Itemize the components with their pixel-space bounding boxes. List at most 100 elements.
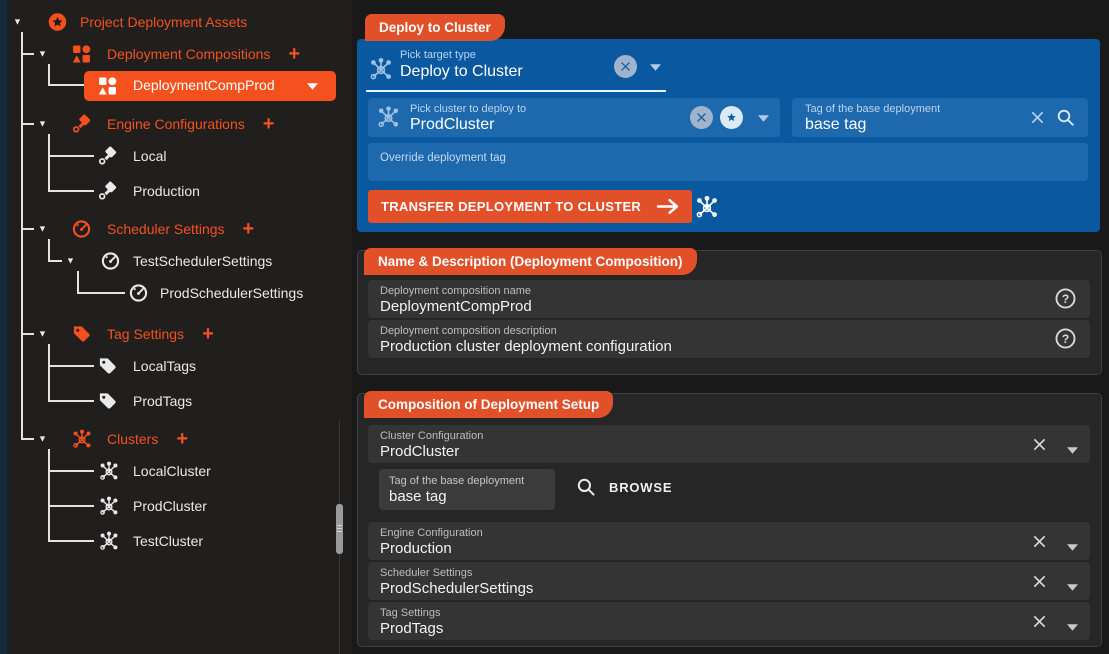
tree-item-deploymentcompprod-selected[interactable]: DeploymentCompProd bbox=[84, 71, 336, 101]
chevron-down-icon[interactable] bbox=[1067, 618, 1078, 625]
override-deployment-tag-input[interactable]: Override deployment tag bbox=[368, 143, 1088, 181]
cluster-hub-icon bbox=[98, 495, 120, 517]
expander-icon[interactable]: ▼ bbox=[38, 225, 47, 234]
chevron-down-icon[interactable] bbox=[1067, 538, 1078, 545]
tree-item-label: ProdSchedulerSettings bbox=[160, 285, 303, 301]
clear-cluster-configuration-icon[interactable] bbox=[1031, 436, 1048, 453]
add-composition-button[interactable]: + bbox=[288, 44, 300, 64]
search-icon[interactable] bbox=[1056, 108, 1075, 127]
transfer-deployment-button[interactable]: TRANSFER DEPLOYMENT TO CLUSTER bbox=[368, 190, 692, 223]
chevron-down-icon[interactable] bbox=[1067, 441, 1078, 448]
tree-item-prodtags[interactable]: ProdTags bbox=[0, 388, 350, 414]
tree-item-production[interactable]: Production bbox=[0, 178, 350, 204]
tree-item-deployment-compositions[interactable]: ▼ Deployment Compositions + bbox=[0, 41, 350, 67]
tag-icon bbox=[72, 325, 91, 344]
tree-item-engine-configurations[interactable]: ▼ Engine Configurations + bbox=[0, 111, 350, 137]
add-tag-settings-button[interactable]: + bbox=[202, 324, 214, 344]
engine-configuration-label: Engine Configuration bbox=[380, 527, 483, 539]
expander-icon[interactable]: ▼ bbox=[38, 50, 47, 59]
clear-base-tag-icon[interactable] bbox=[1029, 109, 1046, 126]
engine-configuration-select[interactable]: Engine Configuration Production bbox=[368, 522, 1090, 560]
browse-button[interactable]: BROWSE bbox=[576, 477, 672, 497]
tree-item-localcluster[interactable]: LocalCluster bbox=[0, 458, 350, 484]
question-circle-icon[interactable] bbox=[1055, 328, 1076, 349]
chevron-down-icon[interactable] bbox=[1067, 578, 1078, 585]
add-engine-configuration-button[interactable]: + bbox=[263, 114, 275, 134]
scheduler-settings-select[interactable]: Scheduler Settings ProdSchedulerSettings bbox=[368, 562, 1090, 600]
tree-item-label: ProdTags bbox=[133, 393, 192, 409]
tree-item-local[interactable]: Local bbox=[0, 143, 350, 169]
scheduler-settings-label: Scheduler Settings bbox=[380, 567, 472, 579]
tag-settings-label: Tag Settings bbox=[380, 607, 441, 619]
sidebar-scrollbar-thumb[interactable] bbox=[336, 504, 343, 554]
composition-name-label: Deployment composition name bbox=[380, 285, 531, 297]
override-tag-label: Override deployment tag bbox=[380, 152, 506, 164]
clear-tag-settings-icon[interactable] bbox=[1031, 613, 1048, 630]
engine-icon bbox=[98, 182, 117, 201]
search-icon bbox=[576, 477, 596, 497]
clear-target-type-button[interactable] bbox=[614, 55, 637, 78]
base-tag-value: base tag bbox=[805, 116, 866, 134]
asset-tree-sidebar: ▼ Project Deployment Assets ▼ Deployment… bbox=[0, 0, 352, 654]
target-type-value: Deploy to Cluster bbox=[400, 63, 523, 81]
cluster-select-label: Pick cluster to deploy to bbox=[410, 103, 526, 115]
tree-item-label: Engine Configurations bbox=[107, 116, 245, 132]
tree-item-localtags[interactable]: LocalTags bbox=[0, 353, 350, 379]
add-scheduler-settings-button[interactable]: + bbox=[243, 219, 255, 239]
scheduler-icon bbox=[101, 252, 120, 271]
tag-settings-value: ProdTags bbox=[380, 620, 443, 637]
cluster-configuration-select[interactable]: Cluster Configuration ProdCluster bbox=[368, 425, 1090, 463]
scheduler-icon bbox=[72, 220, 91, 239]
clear-scheduler-settings-icon[interactable] bbox=[1031, 573, 1048, 590]
question-circle-icon[interactable] bbox=[1055, 288, 1076, 309]
engine-icon bbox=[72, 115, 91, 134]
composition-base-tag-label: Tag of the base deployment bbox=[389, 475, 524, 487]
scheduler-settings-value: ProdSchedulerSettings bbox=[380, 580, 533, 597]
expander-icon[interactable]: ▼ bbox=[38, 120, 47, 129]
composition-panel: Cluster Configuration ProdCluster Tag of… bbox=[357, 393, 1102, 647]
chevron-down-icon[interactable] bbox=[650, 64, 661, 71]
chevron-down-icon[interactable] bbox=[758, 115, 769, 122]
tree-item-clusters[interactable]: ▼ Clusters + bbox=[0, 426, 350, 452]
star-circle-button-icon[interactable] bbox=[720, 106, 743, 129]
expander-icon[interactable]: ▼ bbox=[38, 330, 47, 339]
tree-item-scheduler-settings[interactable]: ▼ Scheduler Settings + bbox=[0, 216, 350, 242]
star-circle-icon bbox=[48, 13, 67, 32]
clear-engine-configuration-icon[interactable] bbox=[1031, 533, 1048, 550]
tree-item-testschedulersettings[interactable]: ▼ TestSchedulerSettings bbox=[0, 248, 350, 274]
expander-icon[interactable]: ▼ bbox=[13, 18, 22, 27]
clear-cluster-button[interactable] bbox=[690, 106, 713, 129]
cluster-configuration-value: ProdCluster bbox=[380, 443, 459, 460]
cluster-hub-icon bbox=[98, 460, 120, 482]
target-type-select[interactable]: Pick target type Deploy to Cluster bbox=[366, 45, 666, 92]
cluster-hub-icon bbox=[368, 56, 394, 82]
cluster-hub-icon bbox=[376, 105, 401, 130]
tree-item-label: Clusters bbox=[107, 431, 158, 447]
tree-item-testcluster[interactable]: TestCluster bbox=[0, 528, 350, 554]
tree-item-label: Local bbox=[133, 148, 166, 164]
chevron-down-icon[interactable] bbox=[307, 83, 318, 90]
composition-description-field[interactable]: Deployment composition description Produ… bbox=[368, 320, 1090, 358]
composition-name-field[interactable]: Deployment composition name DeploymentCo… bbox=[368, 280, 1090, 318]
cluster-hub-icon bbox=[98, 530, 120, 552]
name-description-panel-tab: Name & Description (Deployment Compositi… bbox=[364, 248, 697, 275]
tree-item-label: TestCluster bbox=[133, 533, 203, 549]
expander-icon[interactable]: ▼ bbox=[38, 435, 47, 444]
cluster-select[interactable]: Pick cluster to deploy to ProdCluster bbox=[368, 98, 780, 137]
browse-button-label: BROWSE bbox=[609, 480, 672, 495]
composition-base-tag-input[interactable]: Tag of the base deployment base tag bbox=[379, 469, 555, 510]
base-tag-label: Tag of the base deployment bbox=[805, 103, 940, 115]
tree-item-prodschedulersettings[interactable]: ProdSchedulerSettings bbox=[0, 280, 350, 306]
add-cluster-button[interactable]: + bbox=[176, 429, 188, 449]
composition-description-value: Production cluster deployment configurat… bbox=[380, 338, 672, 355]
tag-settings-select[interactable]: Tag Settings ProdTags bbox=[368, 602, 1090, 640]
tree-item-prodcluster[interactable]: ProdCluster bbox=[0, 493, 350, 519]
base-tag-input[interactable]: Tag of the base deployment base tag bbox=[792, 98, 1088, 137]
tree-item-tag-settings[interactable]: ▼ Tag Settings + bbox=[0, 321, 350, 347]
cluster-select-value: ProdCluster bbox=[410, 116, 494, 134]
tree-connector bbox=[48, 84, 84, 86]
target-type-label: Pick target type bbox=[400, 49, 476, 61]
tree-item-project-deployment-assets[interactable]: ▼ Project Deployment Assets bbox=[0, 9, 350, 35]
cluster-hub-icon bbox=[71, 428, 93, 450]
expander-icon[interactable]: ▼ bbox=[66, 257, 75, 266]
